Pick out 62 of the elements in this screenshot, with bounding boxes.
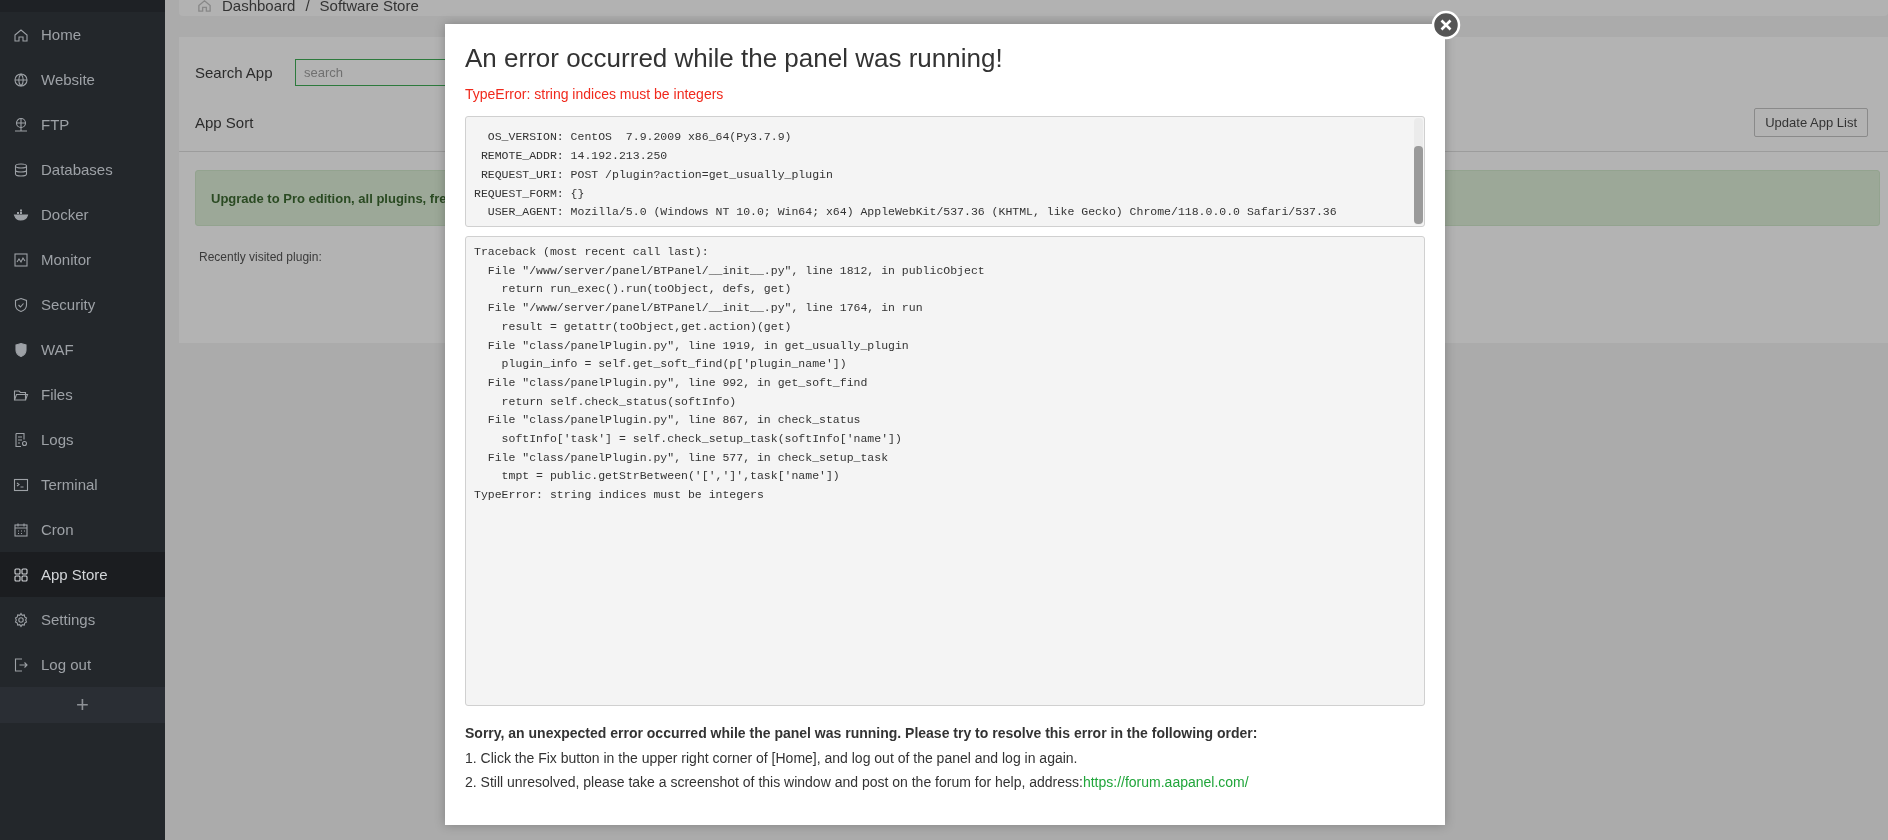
sidebar-item[interactable]: Files <box>0 372 165 417</box>
network-globe-icon <box>13 116 29 133</box>
traceback-line: tmpt = public.getStrBetween('[',']',task['name']) <box>500 468 841 485</box>
traceback-line: File "class/panelPlugin.py", line 867, in check_status <box>486 412 862 429</box>
scrollbar[interactable] <box>1414 118 1423 225</box>
recent-plugins-label: Recently visited plugin: <box>199 250 322 264</box>
traceback-line: Traceback (most recent call last): <box>474 244 710 260</box>
sidebar-item[interactable]: Settings <box>0 597 165 642</box>
info-line: USER_AGENT: Mozilla/5.0 (Windows NT 10.0; Win64; x64) AppleWebKit/537.36 (KHTML, like Gecko) Chrome/118.0.0.0 Safari/537.36 <box>486 204 1338 221</box>
traceback-line: return self.check_status(softInfo) <box>500 393 738 410</box>
terminal-icon <box>13 476 29 493</box>
traceback-line: File "class/panelPlugin.py", line 577, in check_setup_task <box>486 449 890 466</box>
grid-icon <box>13 566 29 583</box>
globe-icon <box>13 71 29 88</box>
sidebar-item[interactable]: WAF <box>0 327 165 372</box>
scrollbar-thumb[interactable] <box>1414 146 1423 224</box>
sidebar-item[interactable]: App Store <box>0 552 165 597</box>
sidebar-item[interactable]: Security <box>0 282 165 327</box>
traceback-line: File "/www/server/panel/BTPanel/__init__.py", line 1764, in run <box>486 300 924 317</box>
forum-link[interactable]: https://forum.aapanel.com/ <box>1082 774 1249 790</box>
traceback-line: File "class/panelPlugin.py", line 1919, in get_usually_plugin <box>486 337 910 354</box>
traceback-line: File "/www/server/panel/BTPanel/__init__.py", line 1812, in publicObject <box>486 262 986 279</box>
sidebar-item[interactable]: Cron <box>0 507 165 552</box>
traceback-line: result = getattr(toObject,get.action)(get) <box>500 318 793 335</box>
sidebar-item[interactable]: Terminal <box>0 462 165 507</box>
info-line: OS_VERSION: CentOS 7.9.2009 x86_64(Py3.7.9) <box>486 129 793 146</box>
traceback-line: return run_exec().run(toObject, defs, get) <box>500 281 793 298</box>
sidebar-item[interactable]: Monitor <box>0 237 165 282</box>
sidebar-item[interactable]: Website <box>0 57 165 102</box>
update-button[interactable]: Update App List <box>1754 107 1868 137</box>
search-label: Search App <box>195 63 274 81</box>
sidebar-item[interactable]: Logs <box>0 417 165 462</box>
settings-icon <box>13 611 29 628</box>
sort-label: App Sort <box>195 113 255 131</box>
breadcrumb-link[interactable]: Software Store <box>319 0 419 14</box>
shield-icon <box>13 296 29 313</box>
traceback-line: TypeError: string indices must be integers <box>474 487 765 504</box>
sidebar-item[interactable]: Databases <box>0 147 165 192</box>
calendar-icon <box>13 521 29 538</box>
sidebar-item[interactable]: Docker <box>0 192 165 237</box>
sidebar-item[interactable]: Log out <box>0 642 165 687</box>
breadcrumb-separator: / <box>305 0 310 14</box>
database-icon <box>13 161 29 178</box>
help-step: 2. Still unresolved, please take a screenshot of this window and post on the forum for help, address:https://forum.aapanel.com/ <box>465 770 1425 795</box>
close-icon[interactable] <box>1431 10 1461 40</box>
help-step: 1. Click the Fix button in the upper right corner of [Home], and log out of the panel and log in again. <box>465 745 1425 770</box>
help-heading: Sorry, an unexpected error occurred while the panel was running. Please try to resolve this error in the following order: <box>465 724 1259 743</box>
breadcrumb-link[interactable]: Dashboard <box>222 0 296 14</box>
sidebar-item[interactable]: FTP <box>0 102 165 147</box>
info-line: REMOTE_ADDR: 14.192.213.250 <box>479 148 669 165</box>
traceback-line: File "class/panelPlugin.py", line 992, in get_soft_find <box>486 374 869 391</box>
add-button[interactable]: + <box>76 692 89 718</box>
logout-icon <box>13 656 29 673</box>
home-icon <box>197 0 212 13</box>
error-message: TypeError: string indices must be integers <box>465 86 725 102</box>
chart-icon <box>13 251 29 268</box>
traceback-line: plugin_info = self.get_soft_find(p['plugin_name']) <box>500 356 848 373</box>
info-line: REQUEST_FORM: {} <box>474 185 586 202</box>
shield-icon <box>13 341 29 358</box>
sidebar-item[interactable]: Home <box>0 12 165 57</box>
traceback-line: softInfo['task'] = self.check_setup_task(softInfo['name']) <box>500 431 903 448</box>
document-icon <box>13 431 29 448</box>
